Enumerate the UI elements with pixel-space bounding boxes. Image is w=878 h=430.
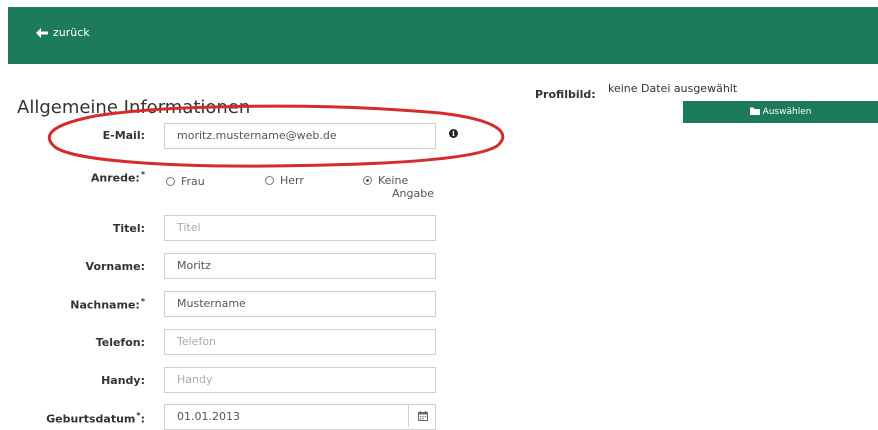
email-label: E-Mail: <box>102 129 145 142</box>
handy-label: Handy: <box>101 374 145 387</box>
radio-frau[interactable]: Frau <box>166 175 205 188</box>
arrow-left-icon <box>36 27 48 38</box>
top-bar <box>8 7 878 64</box>
back-link[interactable]: zurück <box>36 26 90 39</box>
info-icon[interactable]: i <box>449 129 458 138</box>
back-label: zurück <box>53 26 90 39</box>
select-file-button[interactable]: Auswählen <box>683 101 878 123</box>
no-file-text: keine Datei ausgewählt <box>608 82 738 95</box>
radio-herr[interactable]: Herr <box>265 174 304 187</box>
nachname-label: Nachname:* <box>70 297 145 312</box>
section-title: Allgemeine Informationen <box>17 97 251 118</box>
calendar-button[interactable] <box>408 404 437 427</box>
email-field[interactable]: moritz.mustername@web.de <box>164 123 436 149</box>
radio-keine-angabe[interactable]: Keine Angabe <box>363 174 434 200</box>
radio-circle-selected[interactable] <box>363 176 372 185</box>
folder-icon <box>749 107 760 118</box>
radio-circle[interactable] <box>265 176 274 185</box>
annotation-ellipse <box>47 104 505 168</box>
anrede-label: Anrede:* <box>90 170 145 185</box>
telefon-label: Telefon: <box>95 336 145 349</box>
nachname-field[interactable]: Mustername <box>164 291 436 317</box>
telefon-field[interactable]: Telefon <box>164 329 436 355</box>
geburtsdatum-field[interactable]: 01.01.2013 <box>164 404 436 430</box>
vorname-field[interactable]: Moritz <box>164 253 436 279</box>
vorname-label: Vorname: <box>85 260 145 273</box>
calendar-icon <box>418 406 428 425</box>
handy-field[interactable]: Handy <box>164 367 436 393</box>
radio-circle[interactable] <box>166 177 175 186</box>
radio-keine-angabe-label: Keine Angabe <box>378 174 434 200</box>
profilbild-label: Profilbild: <box>535 88 596 101</box>
titel-field[interactable]: Titel <box>164 215 436 241</box>
select-file-label: Auswählen <box>762 107 812 117</box>
geburtsdatum-label: Geburtsdatum*: <box>46 411 145 426</box>
titel-label: Titel: <box>112 222 145 235</box>
